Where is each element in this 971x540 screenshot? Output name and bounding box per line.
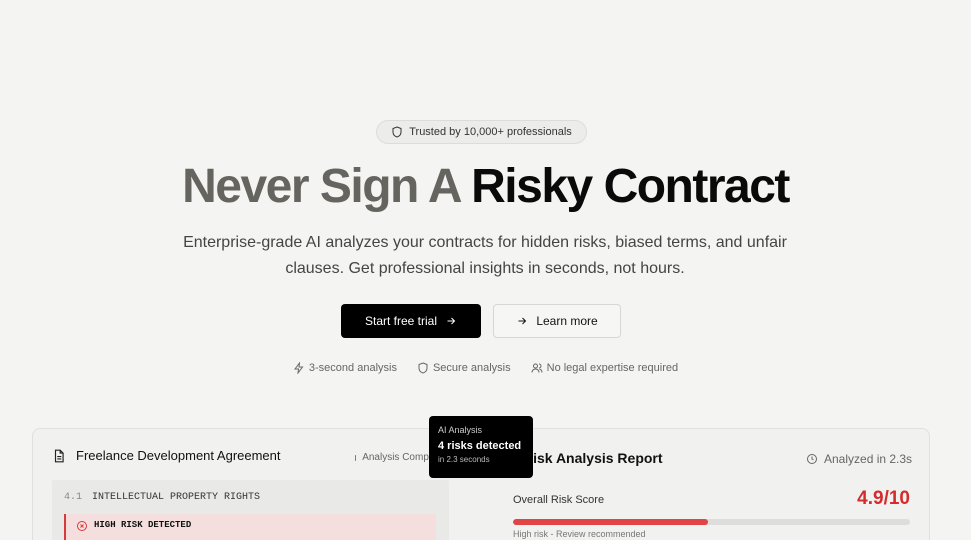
clock-icon xyxy=(807,454,817,464)
feature-item: 3-second analysis xyxy=(293,362,397,374)
risk-score-bar xyxy=(513,519,910,525)
arrow-right-icon xyxy=(447,317,456,325)
trust-badge: Trusted by 10,000+ professionals xyxy=(376,120,587,144)
analyzed-text: Analyzed in 2.3s xyxy=(824,452,913,466)
status-dot xyxy=(355,454,357,461)
score-label: Overall Risk Score xyxy=(513,494,605,506)
clause-title: INTELLECTUAL PROPERTY RIGHTS xyxy=(92,492,261,503)
tooltip-sub: in 2.3 seconds xyxy=(438,455,490,464)
hero-title-muted: Never Sign A xyxy=(182,160,461,213)
analyzed-time: Analyzed in 2.3s xyxy=(806,452,912,466)
feature-label: No legal expertise required xyxy=(546,362,679,374)
risk-flag: HIGH RISK DETECTED xyxy=(64,514,436,540)
learn-more-button[interactable]: Learn more xyxy=(493,304,621,338)
clause-block: 4.1 INTELLECTUAL PROPERTY RIGHTS HIGH RI… xyxy=(52,480,449,540)
tooltip-main: 4 risks detected xyxy=(438,440,522,452)
clause-number: 4.1 xyxy=(64,492,83,503)
feature-item: No legal expertise required xyxy=(531,362,678,374)
score-value: 4.9/10 xyxy=(857,488,910,509)
start-free-trial-label: Start free trial xyxy=(364,314,438,328)
feature-label: 3-second analysis xyxy=(308,362,397,374)
arrow-right-icon xyxy=(518,317,527,325)
badge-text: Trusted by 10,000+ professionals xyxy=(409,126,572,138)
report-title: Risk Analysis Report xyxy=(523,450,663,466)
report-card: Risk Analysis Report Analyzed in 2.3s Ov… xyxy=(493,428,930,540)
document-card: Freelance Development Agreement Analysis… xyxy=(52,448,452,540)
feature-label: Secure analysis xyxy=(432,362,511,374)
score-note: High risk - Review recommended xyxy=(513,529,646,539)
document-title: Freelance Development Agreement xyxy=(76,448,281,463)
learn-more-label: Learn more xyxy=(536,314,598,328)
start-free-trial-button[interactable]: Start free trial xyxy=(341,304,481,338)
hero-title: Never Sign A Risky Contract xyxy=(0,160,971,214)
shield-icon xyxy=(392,126,402,138)
clause-heading: 4.1 INTELLECTUAL PROPERTY RIGHTS xyxy=(64,492,260,503)
document-icon xyxy=(54,449,64,462)
risk-flag-text: HIGH RISK DETECTED xyxy=(94,520,192,530)
feature-item: Secure analysis xyxy=(417,362,511,374)
risk-score-fill xyxy=(513,519,708,525)
shield-icon xyxy=(418,362,428,374)
lightning-icon xyxy=(293,362,304,374)
feature-list: 3-second analysis Secure analysis No leg… xyxy=(0,362,971,374)
ai-analysis-tooltip: AI Analysis 4 risks detected in 2.3 seco… xyxy=(429,416,533,478)
x-circle-icon xyxy=(77,521,87,531)
users-icon xyxy=(531,363,543,373)
tooltip-label: AI Analysis xyxy=(438,425,483,435)
hero-subtitle: Enterprise-grade AI analyzes your contra… xyxy=(183,234,787,277)
hero-title-strong: Risky Contract xyxy=(471,160,790,213)
